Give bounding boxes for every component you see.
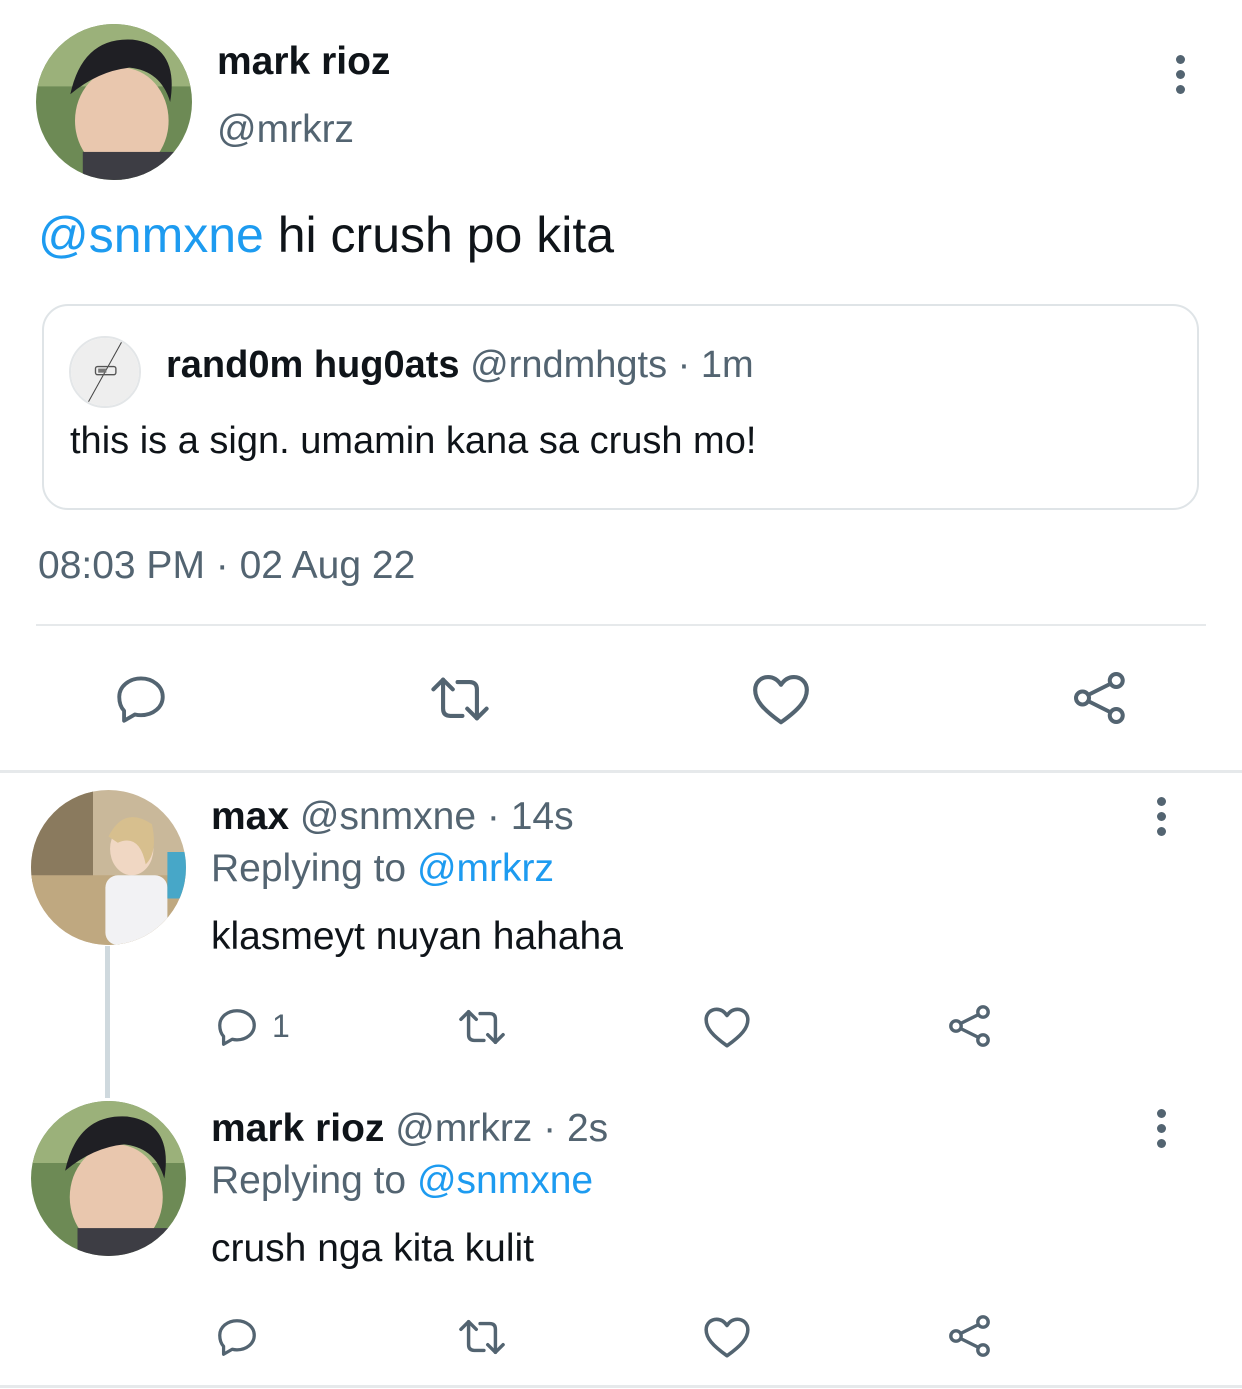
share-icon[interactable] <box>946 1002 994 1050</box>
reply-author-name[interactable]: mark rioz <box>211 1107 384 1150</box>
comment-bubble-icon[interactable] <box>214 1004 260 1050</box>
quoted-text: this is a sign. umamin kana sa crush mo! <box>70 420 757 462</box>
replying-to-prefix: Replying to <box>211 1159 417 1202</box>
share-icon[interactable] <box>1070 668 1130 728</box>
avatar-photo <box>31 1101 186 1256</box>
mention-link[interactable]: @snmxne <box>38 207 264 263</box>
reply-count: 1 <box>272 1008 290 1044</box>
reply-text: klasmeyt nuyan hahaha <box>211 915 623 958</box>
retweet-icon[interactable] <box>454 1004 510 1050</box>
avatar-photo <box>31 790 186 945</box>
section-divider <box>0 770 1242 773</box>
action-divider <box>36 624 1206 626</box>
bottom-divider <box>0 1385 1242 1388</box>
thread-line <box>105 946 110 1098</box>
tweet-timestamp[interactable]: 08:03 PM · 02 Aug 22 <box>38 544 415 588</box>
quoted-tweet-card[interactable]: rand0m hug0ats @rndmhgts · 1m this is a … <box>42 304 1199 510</box>
tweet-text: @snmxne hi crush po kita <box>38 206 614 264</box>
author-name[interactable]: mark rioz <box>217 40 390 84</box>
comment-bubble-icon[interactable] <box>214 1314 260 1360</box>
avatar-photo <box>36 24 192 180</box>
heart-icon[interactable] <box>702 1004 752 1050</box>
reply-text: crush nga kita kulit <box>211 1227 534 1270</box>
retweet-icon[interactable] <box>454 1314 510 1360</box>
avatar-photo <box>71 338 139 406</box>
quoted-author-meta: @rndmhgts · 1m <box>470 344 754 386</box>
quoted-author-name[interactable]: rand0m hug0ats <box>166 344 460 386</box>
retweet-icon[interactable] <box>426 670 494 728</box>
reply-author-name[interactable]: max <box>211 795 289 838</box>
reply-author-avatar[interactable] <box>31 790 186 945</box>
quoted-author-avatar[interactable] <box>69 336 141 408</box>
tweet-body: hi crush po kita <box>263 207 615 263</box>
heart-icon[interactable] <box>702 1314 752 1360</box>
more-vertical-icon[interactable] <box>1165 44 1195 104</box>
comment-bubble-icon[interactable] <box>112 670 170 728</box>
reply-header: max @snmxne · 14s <box>211 795 574 839</box>
replying-to-prefix: Replying to <box>211 847 417 890</box>
replying-to-link[interactable]: @mrkrz <box>417 847 554 890</box>
replying-to-link[interactable]: @snmxne <box>417 1159 593 1202</box>
replying-to: Replying to @snmxne <box>211 1159 593 1203</box>
more-vertical-icon[interactable] <box>1146 1098 1176 1158</box>
share-icon[interactable] <box>946 1312 994 1360</box>
reply-header: mark rioz @mrkrz · 2s <box>211 1107 608 1151</box>
replying-to: Replying to @mrkrz <box>211 847 554 891</box>
author-avatar[interactable] <box>36 24 192 180</box>
more-vertical-icon[interactable] <box>1146 786 1176 846</box>
author-handle[interactable]: @mrkrz <box>217 108 354 152</box>
reply-author-avatar[interactable] <box>31 1101 186 1256</box>
reply-author-meta: @snmxne · 14s <box>299 795 574 838</box>
quoted-header: rand0m hug0ats @rndmhgts · 1m <box>166 344 754 387</box>
heart-icon[interactable] <box>750 670 812 728</box>
reply-author-meta: @mrkrz · 2s <box>395 1107 609 1150</box>
